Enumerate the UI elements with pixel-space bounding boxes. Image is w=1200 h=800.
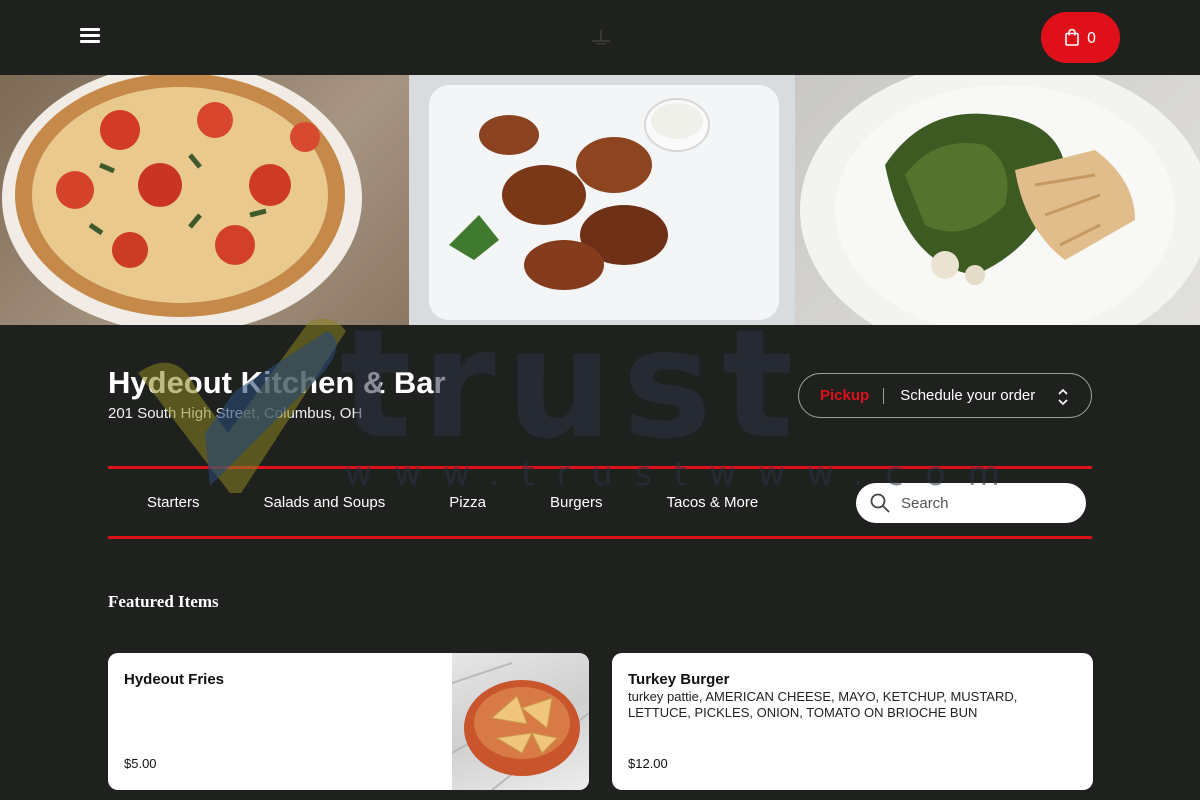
tab-pizza[interactable]: Pizza: [449, 494, 486, 511]
pickup-option[interactable]: Pickup: [820, 387, 869, 404]
tab-tacos-and-more[interactable]: Tacos & More: [667, 494, 759, 511]
menu-item-card[interactable]: Hydeout Fries $5.00: [108, 653, 589, 790]
restaurant-name: Hydeout Kitchen & Bar: [108, 365, 446, 400]
cart-button[interactable]: 0: [1041, 12, 1120, 63]
item-name: Hydeout Fries: [124, 671, 225, 688]
menu-item-card[interactable]: Turkey Burger turkey pattie, AMERICAN CH…: [612, 653, 1093, 790]
wings-image: [409, 75, 795, 325]
search-input[interactable]: [901, 494, 1071, 512]
order-mode-selector[interactable]: Pickup Schedule your order: [798, 373, 1092, 418]
top-bar: 0: [0, 0, 1200, 75]
restaurant-logo[interactable]: [588, 28, 614, 46]
hamburger-menu-icon[interactable]: [80, 28, 100, 46]
tab-starters[interactable]: Starters: [147, 494, 200, 511]
fries-image: [451, 653, 589, 790]
chevron-up-down-icon[interactable]: [1057, 388, 1069, 406]
category-nav: Starters Salads and Soups Pizza Burgers …: [108, 469, 758, 536]
pizza-image: [0, 75, 409, 325]
schedule-order-option[interactable]: Schedule your order: [900, 387, 1035, 404]
tab-burgers[interactable]: Burgers: [550, 494, 603, 511]
search-icon: [870, 493, 890, 513]
tab-salads-and-soups[interactable]: Salads and Soups: [264, 494, 386, 511]
nav-divider-bottom: [108, 536, 1092, 539]
cart-count: 0: [1086, 28, 1097, 47]
shopping-bag-icon: [1064, 29, 1079, 46]
salad-image: [795, 75, 1200, 325]
item-price: $5.00: [124, 756, 157, 771]
featured-items-heading: Featured Items: [108, 592, 219, 611]
item-name: Turkey Burger: [628, 671, 730, 688]
item-description: turkey pattie, AMERICAN CHEESE, MAYO, KE…: [628, 689, 1018, 720]
item-price: $12.00: [628, 756, 668, 771]
search-box[interactable]: [856, 483, 1086, 523]
hero-banner: [0, 75, 1200, 325]
divider: [883, 387, 885, 404]
restaurant-address: 201 South High Street, Columbus, OH: [108, 405, 363, 422]
